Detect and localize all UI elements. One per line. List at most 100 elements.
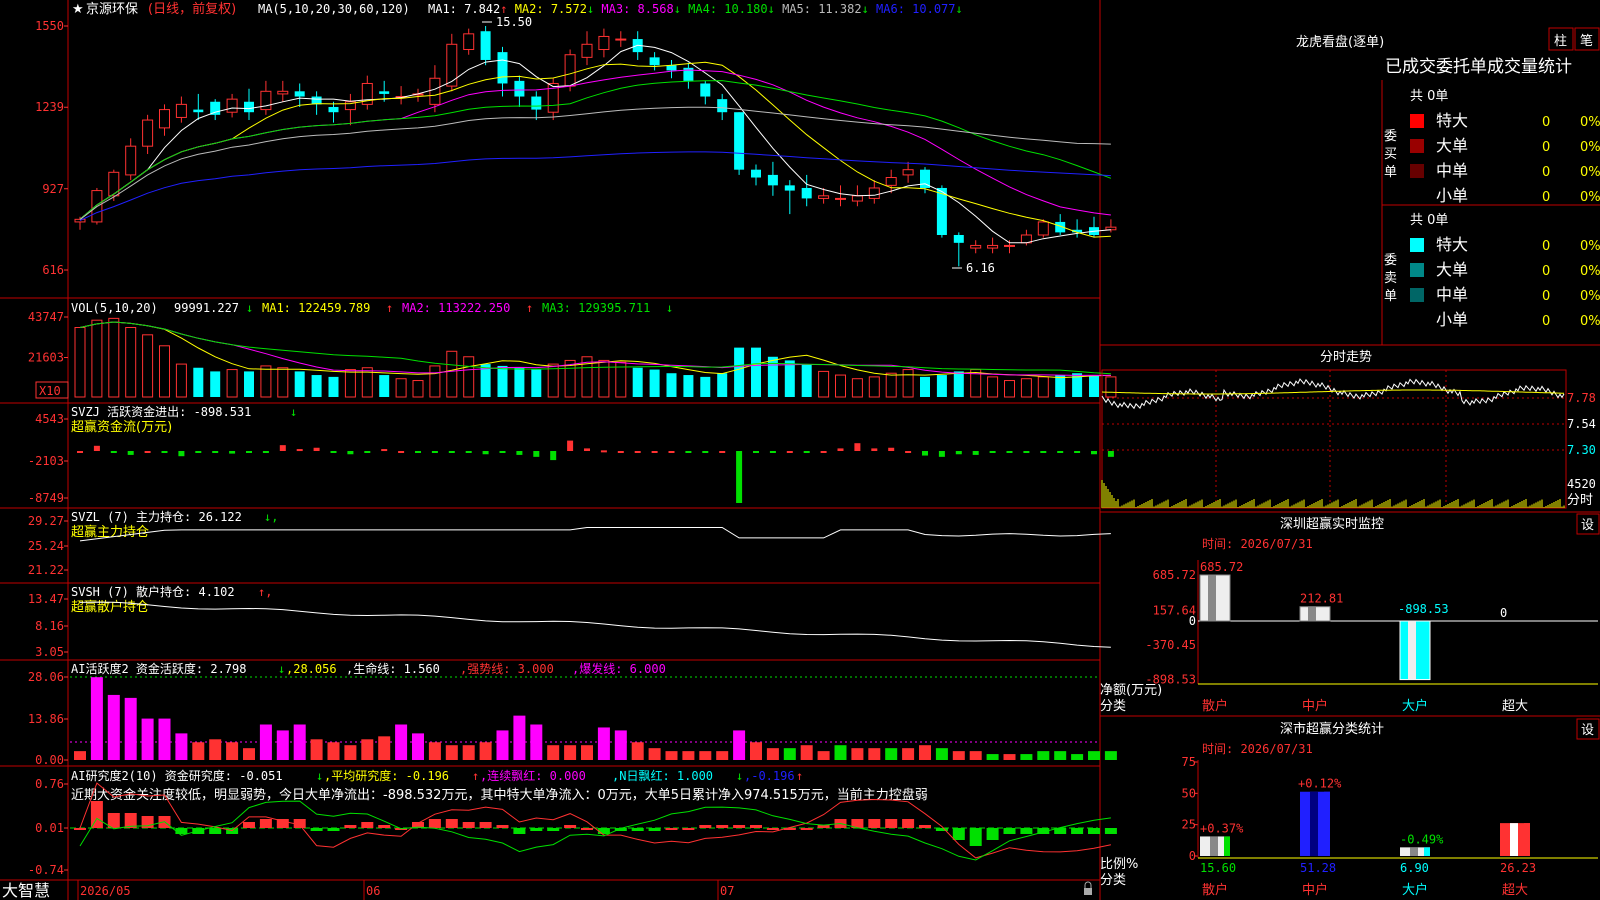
- ma-arrow-2: ↓: [587, 2, 594, 16]
- candle-body: [210, 101, 221, 115]
- lhb-color-swatch: [1410, 288, 1424, 302]
- candle-body: [159, 109, 170, 129]
- fund-flow-bar: [871, 448, 878, 451]
- szm-cat-label: 超大: [1502, 699, 1528, 714]
- volume-bar: [767, 356, 778, 397]
- research-bar: [479, 822, 492, 828]
- svzj-sub: 超赢资金流(万元): [71, 419, 172, 435]
- research-bar: [716, 825, 729, 828]
- szm-cat-label: 散户: [1202, 698, 1228, 714]
- szm-tick: 685.72: [1153, 568, 1196, 582]
- volume-bar: [1105, 376, 1117, 398]
- research-bar: [175, 828, 188, 834]
- activity-bar: [682, 751, 695, 760]
- ma-arrow-4: ↓: [768, 2, 775, 16]
- stock-name: 京源环保: [86, 2, 138, 17]
- activity-bar: [733, 730, 746, 760]
- candle-body: [244, 101, 254, 113]
- ai-activity-panel: AI活跃度2 资金活跃度: 2.798 ↓ ,28.056 ,生命线: 1.56…: [28, 661, 1117, 767]
- szc-bar-edge: [1424, 847, 1430, 856]
- fund-flow-bar: [753, 451, 759, 453]
- svzj-arrow: ↓: [290, 405, 297, 419]
- fund-flow-bar: [110, 451, 117, 453]
- lhb-row-pct: 0%: [1580, 115, 1600, 130]
- volume-bar: [311, 375, 322, 397]
- ma-arrow-6: ↓: [956, 2, 963, 16]
- svzl-panel: SVZL (7) 主力持仓: 26.122 ↓, 超赢主力持仓 29.27 25.…: [28, 509, 1111, 577]
- activity-bar: [226, 742, 239, 760]
- fund-flow-bar: [364, 451, 371, 453]
- svsh-label: SVSH (7) 散户持仓: 4.102: [71, 584, 235, 599]
- activity-bar: [158, 718, 171, 760]
- volume-bar: [920, 376, 930, 397]
- volume-bar: [632, 367, 643, 397]
- activity-bar: [1020, 754, 1033, 760]
- ai-res-nday-arrow: ↓: [736, 769, 743, 783]
- ai-act-value2: ,28.056: [286, 662, 337, 676]
- low-price-label: 6.16: [966, 261, 995, 275]
- candle-body: [564, 54, 576, 87]
- vol-ma2: MA2: 113222.250: [402, 301, 510, 315]
- research-bar: [952, 828, 965, 840]
- candle-body: [734, 112, 745, 170]
- fund-flow-bar: [820, 451, 827, 453]
- volume-bar: [868, 376, 880, 398]
- candle-body: [193, 109, 204, 113]
- fund-flow-bar: [736, 451, 743, 503]
- activity-bar: [935, 748, 948, 760]
- candle-body: [851, 195, 863, 202]
- ma-readout-3: MA3: 8.568: [594, 2, 673, 16]
- fund-flow-bar: [178, 451, 185, 457]
- activity-bar: [800, 745, 813, 760]
- candle-body: [328, 106, 339, 113]
- volume-bar: [74, 327, 86, 398]
- candle-body: [598, 35, 610, 51]
- szm-value-label: -898.53: [1398, 602, 1449, 616]
- activity-bar: [243, 748, 255, 760]
- szc-bar-edge: [1524, 823, 1530, 856]
- ai-act-axis: 28.06 13.86 0.00: [28, 670, 68, 767]
- lhb-row-pct: 0%: [1580, 264, 1600, 279]
- lhb-row-label: 特大: [1436, 235, 1468, 254]
- lhb-total: 共 0单: [1410, 213, 1448, 228]
- fund-flow-bar: [127, 451, 134, 455]
- activity-bar: [783, 748, 796, 760]
- svsh-ticks-label: 8.16: [35, 619, 64, 633]
- activity-bar: [547, 745, 560, 760]
- research-bar: [361, 822, 374, 828]
- lhb-row-value: 0: [1542, 264, 1550, 279]
- fund-flow-bar: [685, 451, 692, 453]
- lhb-row-value: 0: [1542, 289, 1550, 304]
- fund-flow-bar: [955, 451, 962, 455]
- activity-bar: [665, 751, 678, 760]
- ai-act-ticks-label: 0.00: [35, 753, 64, 767]
- fund-flow-bar: [398, 451, 405, 453]
- candle-body: [818, 195, 830, 199]
- intraday-title: 分时走势: [1320, 349, 1372, 365]
- lock-icon[interactable]: [1084, 881, 1092, 895]
- fund-flow-bar: [617, 451, 624, 453]
- favorite-star-icon[interactable]: ★: [72, 2, 84, 17]
- activity-bar: [310, 739, 323, 760]
- ai-act-label: AI活跃度2 资金活跃度: 2.798: [71, 661, 246, 676]
- lhb-side-char: 委: [1384, 129, 1397, 144]
- activity-bar: [581, 745, 593, 760]
- vol-ma-line-3: [79, 321, 1111, 375]
- activity-bar: [614, 730, 627, 760]
- ma-line-1: [79, 44, 1111, 244]
- period-label[interactable]: (日线，前复权): [148, 1, 236, 17]
- fund-flow-bar: [533, 451, 540, 457]
- fund-flow-bar: [634, 451, 641, 453]
- research-bar: [1020, 828, 1033, 834]
- ma-arrow-5: ↓: [862, 2, 869, 16]
- fund-flow-bar: [195, 451, 202, 453]
- price-axis: 1550 1239 927 616: [35, 19, 68, 277]
- intraday-grid: [1102, 370, 1566, 508]
- ai-res-cont: ,连续飘红: 0.000: [480, 768, 586, 783]
- activity-bar: [209, 739, 222, 760]
- fund-flow-bar: [905, 451, 912, 453]
- candle-body: [108, 171, 120, 197]
- ma-readout-6: MA6: 10.077: [869, 2, 956, 16]
- candle-body: [581, 43, 593, 58]
- szm-cat-label: 中户: [1302, 698, 1328, 714]
